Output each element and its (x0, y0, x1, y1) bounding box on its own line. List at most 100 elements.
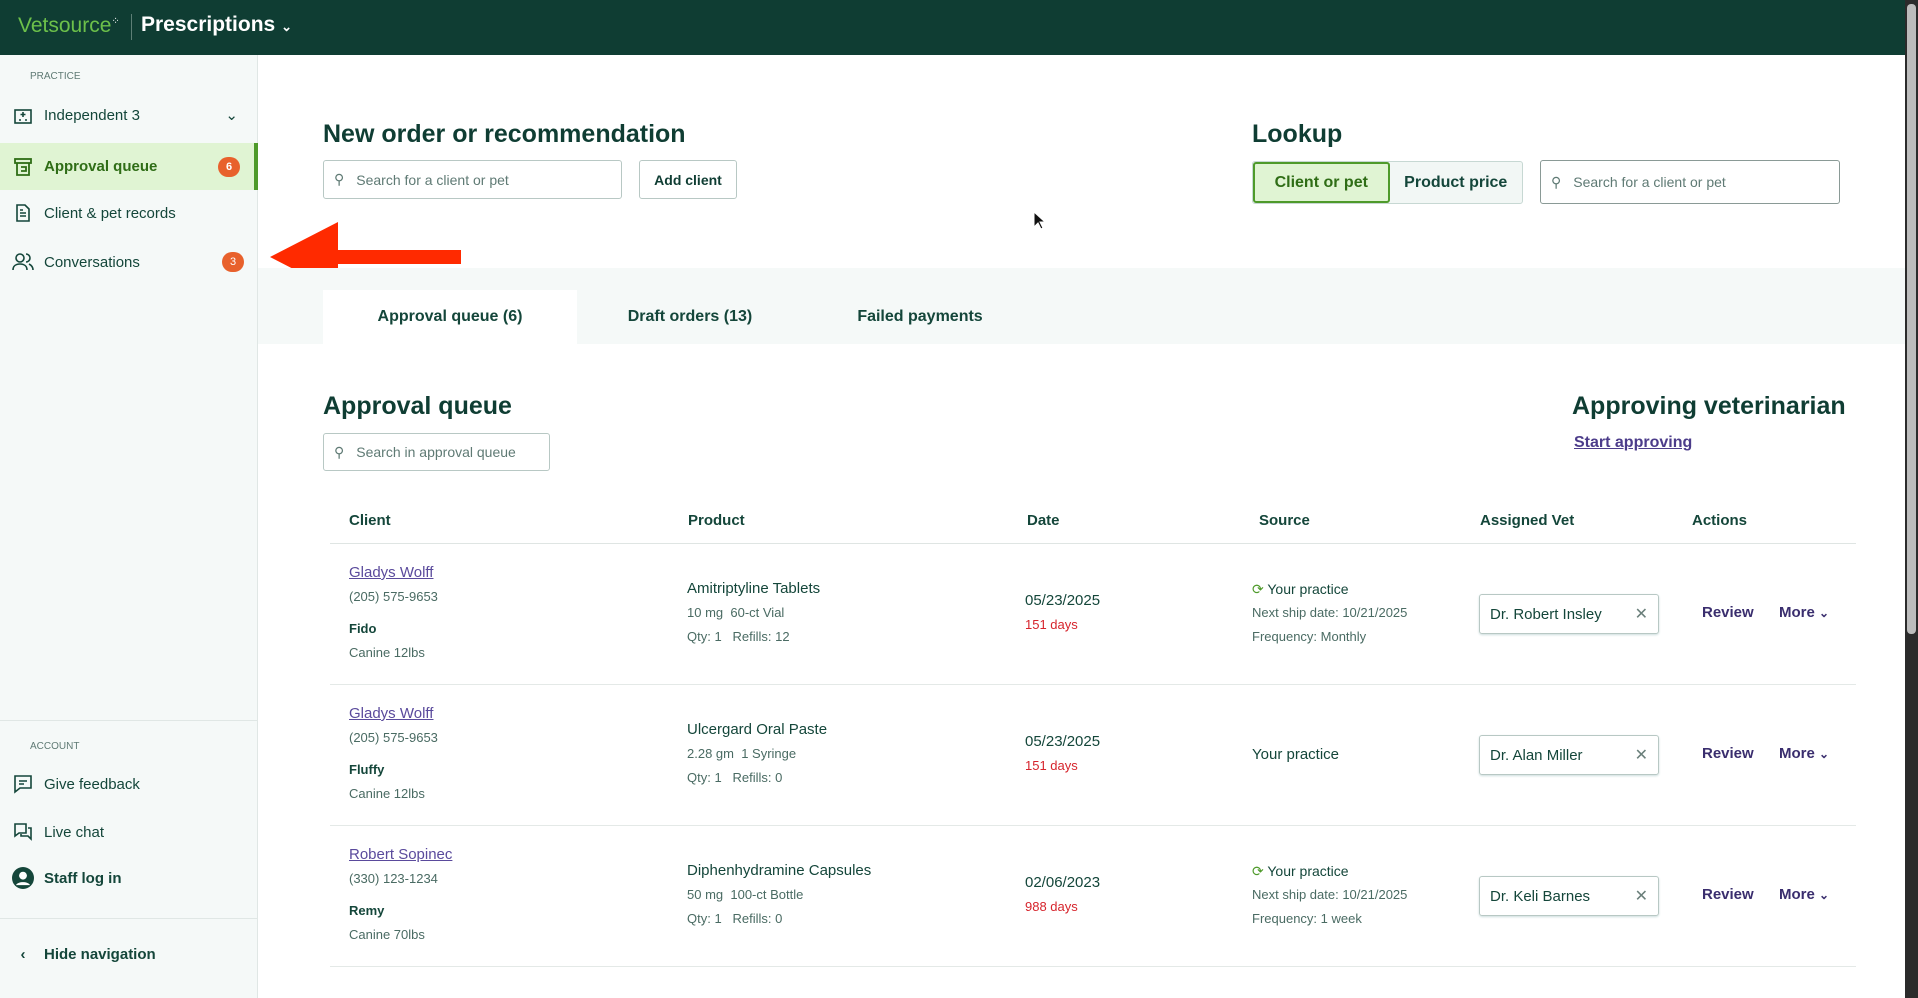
clear-icon[interactable]: ✕ (1635, 745, 1648, 765)
more-label: More (1779, 886, 1815, 903)
autoship-refresh-icon: ⟳ (1252, 581, 1264, 597)
table-row: Gladys Wolff (205) 575-9653 Fido Canine … (330, 544, 1856, 685)
order-date: 02/06/2023 (1025, 874, 1101, 891)
sidebar-item-live-chat[interactable]: Live chat (0, 809, 258, 855)
review-button[interactable]: Review (1702, 886, 1754, 903)
autoship-refresh-icon: ⟳ (1252, 863, 1264, 879)
users-icon (12, 251, 34, 273)
divider (0, 918, 258, 919)
column-header-assigned-vet: Assigned Vet (1480, 512, 1575, 529)
order-age: 988 days (1025, 899, 1078, 914)
client-name-link[interactable]: Gladys Wolff (349, 564, 433, 581)
assigned-vet-field[interactable]: Dr. Robert Insley ✕ (1479, 594, 1659, 634)
sidebar-item-conversations[interactable]: Conversations 3 (0, 239, 258, 285)
tab-approval-queue[interactable]: Approval queue (6) (323, 290, 577, 344)
toggle-client-or-pet[interactable]: Client or pet (1253, 162, 1390, 203)
more-menu-button[interactable]: More ⌄ (1779, 604, 1829, 621)
clear-icon[interactable]: ✕ (1635, 604, 1648, 624)
vetsource-logo[interactable]: Vetsource⁘ (18, 14, 120, 38)
new-order-search-input[interactable]: ⚲ Search for a client or pet (323, 160, 622, 199)
approval-queue-search-input[interactable]: ⚲ Search in approval queue (323, 433, 550, 471)
search-icon: ⚲ (1551, 173, 1562, 190)
document-icon (12, 202, 34, 224)
chevron-left-icon: ‹ (20, 945, 26, 963)
client-name-link[interactable]: Robert Sopinec (349, 846, 452, 863)
review-button[interactable]: Review (1702, 604, 1754, 621)
sidebar-item-approval-queue[interactable]: Approval queue 6 (0, 143, 258, 190)
approval-queue-title: Approval queue (323, 392, 512, 420)
assigned-vet-name: Dr. Robert Insley (1490, 605, 1602, 623)
source: Your practice (1267, 863, 1349, 879)
logo-dots-icon: ⁘ (111, 16, 120, 27)
add-client-button[interactable]: Add client (639, 160, 737, 199)
client-phone: (205) 575-9653 (349, 730, 438, 745)
source: Your practice (1252, 746, 1339, 763)
pet-name: Fluffy (349, 762, 385, 777)
count-badge: 6 (218, 156, 240, 177)
search-placeholder: Search for a client or pet (1573, 174, 1726, 190)
more-label: More (1779, 745, 1815, 762)
review-button[interactable]: Review (1702, 745, 1754, 762)
tab-failed-payments[interactable]: Failed payments (830, 290, 1010, 344)
practice-selector[interactable]: Independent 3 ⌄ (0, 92, 258, 138)
practice-section-label: PRACTICE (30, 71, 81, 82)
order-date: 05/23/2025 (1025, 733, 1101, 750)
product-qty-refills: Qty: 1 Refills: 0 (687, 911, 783, 926)
tab-draft-orders[interactable]: Draft orders (13) (600, 290, 780, 344)
sidebar-item-client-pet-records[interactable]: Client & pet records (0, 190, 258, 236)
client-phone: (205) 575-9653 (349, 589, 438, 604)
chevron-down-icon: ⌄ (225, 107, 238, 124)
hospital-icon (12, 104, 34, 126)
more-menu-button[interactable]: More ⌄ (1779, 886, 1829, 903)
pet-info: Canine 12lbs (349, 645, 425, 660)
client-name-link[interactable]: Gladys Wolff (349, 705, 433, 722)
search-placeholder: Search for a client or pet (356, 171, 509, 188)
search-icon: ⚲ (334, 171, 345, 187)
account-section-label: ACCOUNT (30, 741, 80, 752)
assigned-vet-field[interactable]: Dr. Alan Miller ✕ (1479, 735, 1659, 775)
assigned-vet-name: Dr. Keli Barnes (1490, 887, 1591, 905)
more-menu-button[interactable]: More ⌄ (1779, 745, 1829, 762)
order-age: 151 days (1025, 758, 1078, 773)
order-date: 05/23/2025 (1025, 592, 1101, 609)
product-dose: 2.28 gm 1 Syringe (687, 746, 797, 761)
mouse-cursor-icon (1033, 211, 1047, 230)
pet-name: Remy (349, 903, 385, 918)
product-qty-refills: Qty: 1 Refills: 0 (687, 770, 783, 785)
table-row: Gladys Wolff (205) 575-9653 Fluffy Canin… (330, 685, 1856, 826)
pet-info: Canine 12lbs (349, 786, 425, 801)
toggle-product-price[interactable]: Product price (1390, 162, 1523, 203)
feedback-icon (12, 773, 34, 795)
chevron-down-icon: ⌄ (1819, 888, 1830, 902)
sidebar-item-staff-log-in[interactable]: Staff log in (0, 855, 258, 901)
archive-icon (12, 156, 34, 178)
chevron-down-icon: ⌄ (281, 19, 292, 34)
table-row: Robert Sopinec (330) 123-1234 Remy Canin… (330, 826, 1856, 967)
column-header-product: Product (688, 512, 745, 529)
start-approving-link[interactable]: Start approving (1574, 434, 1692, 452)
product-dose: 10 mg 60-ct Vial (687, 605, 785, 620)
assigned-vet-name: Dr. Alan Miller (1490, 746, 1583, 764)
product-name: Amitriptyline Tablets (687, 580, 821, 597)
count-badge: 3 (222, 252, 244, 272)
assigned-vet-field[interactable]: Dr. Keli Barnes ✕ (1479, 876, 1659, 916)
product-dose: 50 mg 100-ct Bottle (687, 887, 804, 902)
sidebar-item-give-feedback[interactable]: Give feedback (0, 761, 258, 807)
logo-text: Vetsource (18, 14, 112, 37)
product-qty-refills: Qty: 1 Refills: 12 (687, 629, 790, 644)
hide-navigation-label: Hide navigation (44, 945, 156, 963)
lookup-search-input[interactable]: ⚲ Search for a client or pet (1540, 160, 1840, 204)
clear-icon[interactable]: ✕ (1635, 886, 1648, 906)
app-switcher[interactable]: Prescriptions ⌄ (141, 13, 292, 37)
sidebar-item-label: Conversations (44, 253, 140, 271)
scrollbar-thumb[interactable] (1907, 4, 1916, 634)
pet-name: Fido (349, 621, 377, 636)
avatar-icon (12, 867, 34, 889)
lookup-title: Lookup (1252, 120, 1343, 148)
column-header-date: Date (1027, 512, 1060, 529)
pet-info: Canine 70lbs (349, 927, 425, 942)
column-header-client: Client (349, 512, 391, 529)
sidebar-item-label: Staff log in (44, 869, 122, 887)
chevron-down-icon: ⌄ (1819, 606, 1830, 620)
hide-navigation-button[interactable]: ‹ Hide navigation (0, 931, 258, 977)
